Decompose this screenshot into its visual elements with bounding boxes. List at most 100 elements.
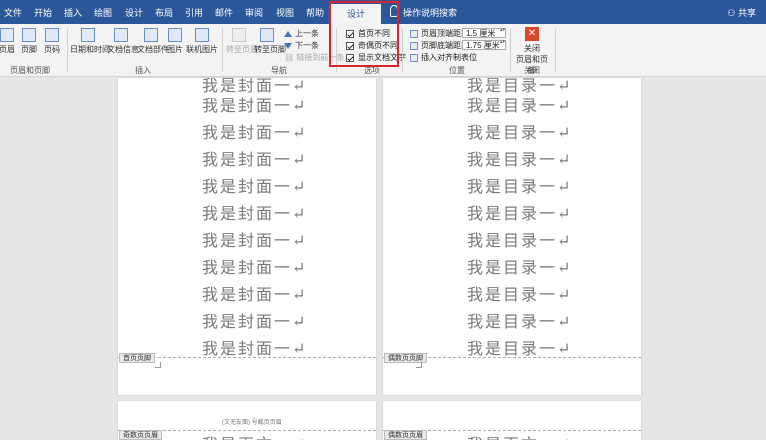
page-cover[interactable]: 我是封面一↵ 我是封面一↵ 我是封面一↵ 我是封面一↵ 我是封面一↵ 我是封面一…: [118, 78, 376, 395]
tab-design-doc[interactable]: 设计: [125, 6, 143, 19]
body-line: 我是目录一↵: [467, 123, 573, 142]
body-line: 我是封面一↵: [202, 258, 308, 277]
previous-button[interactable]: 上一条: [284, 28, 319, 39]
header-position-icon: [410, 29, 418, 38]
close-icon: ✕: [525, 27, 539, 41]
body-line: 我是目录一↵: [467, 312, 573, 331]
body-line: 我是再文一↵: [467, 431, 572, 440]
tab-review[interactable]: 审阅: [245, 6, 263, 19]
goto-header-icon: [232, 28, 246, 42]
body-line: 我是目录一↵: [467, 258, 573, 277]
page-body-even[interactable]: 偶数页页眉 我是再文一↵: [383, 401, 641, 440]
tab-references[interactable]: 引用: [185, 6, 203, 19]
tab-help[interactable]: 帮助: [306, 6, 324, 19]
picture-label: 图片: [167, 45, 183, 54]
tab-file[interactable]: 文件: [4, 6, 22, 19]
footer-position-icon: [410, 41, 418, 50]
group-divider: [510, 28, 511, 72]
page-body-odd[interactable]: (文无友面) 号截页页眉 奇数页页眉 我是再文一↵: [118, 401, 376, 440]
group-label-header-footer: 页眉和页脚: [10, 66, 50, 75]
online-picture-icon: [195, 28, 209, 42]
body-line: 我是封面一↵: [202, 123, 308, 142]
body-line: 我是封面一↵: [202, 339, 308, 358]
tab-draw[interactable]: 绘图: [94, 6, 112, 19]
group-divider: [402, 28, 403, 72]
footer-boundary: [118, 357, 376, 358]
group-label-close: 关闭: [524, 66, 540, 75]
body-line: 我是目录一↵: [467, 285, 573, 304]
highlight-annotation: [329, 1, 399, 67]
tab-insert[interactable]: 插入: [64, 6, 82, 19]
insert-alignment-tab-label: 插入对齐制表位: [421, 53, 477, 62]
body-line: 我是目录一↵: [467, 339, 573, 358]
header-top-distance-input[interactable]: 1.5 厘米: [462, 28, 506, 38]
body-line: 我是封面一↵: [202, 312, 308, 331]
body-line: 我是封面一↵: [202, 150, 308, 169]
tab-mailings[interactable]: 邮件: [215, 6, 233, 19]
header-button-label: 页眉: [0, 45, 15, 54]
header-button[interactable]: 页眉: [0, 28, 16, 55]
body-line: 我是目录一↵: [467, 204, 573, 223]
group-divider: [555, 28, 556, 72]
online-picture-button[interactable]: 联机图片: [186, 28, 218, 55]
tell-me-search[interactable]: 操作说明搜索: [403, 6, 457, 19]
body-line: 我是目录一↵: [467, 96, 573, 115]
picture-icon: [168, 28, 182, 42]
page-toc[interactable]: 我是目录一↵ 我是目录一↵ 我是目录一↵ 我是目录一↵ 我是目录一↵ 我是目录一…: [383, 78, 641, 395]
tab-home[interactable]: 开始: [34, 6, 52, 19]
quick-parts-button[interactable]: 文档部件: [137, 28, 169, 55]
doc-info-icon: [114, 28, 128, 42]
share-button[interactable]: ⚇ 共享: [727, 6, 756, 19]
date-time-button[interactable]: 日期和时间: [70, 28, 110, 55]
group-divider: [222, 28, 223, 72]
group-divider: [67, 28, 68, 72]
body-line: 我是封面一↵: [202, 96, 308, 115]
goto-footer-label: 转至页脚: [254, 45, 286, 54]
page-number-icon: [45, 28, 59, 42]
body-line: 我是目录一↵: [467, 150, 573, 169]
arrow-down-icon: [284, 42, 292, 49]
page-number-button[interactable]: 页码: [43, 28, 61, 55]
group-label-insert: 插入: [135, 66, 151, 75]
alignment-tab-icon: [410, 53, 418, 62]
footer-icon: [22, 28, 36, 42]
page-number-label: 页码: [44, 45, 60, 54]
share-label: 共享: [737, 8, 756, 18]
body-line: 我是封面一↵: [202, 285, 308, 304]
link-icon: ⛓: [284, 53, 295, 62]
person-icon: ⚇: [727, 8, 736, 18]
doc-info-button[interactable]: 文档信息: [107, 28, 139, 55]
arrow-up-icon: [284, 30, 292, 37]
tab-layout[interactable]: 布局: [155, 6, 173, 19]
group-label-position: 位置: [449, 66, 465, 75]
previous-label: 上一条: [295, 29, 319, 38]
header-tag: 偶数页页眉: [384, 430, 427, 440]
next-label: 下一条: [295, 41, 319, 50]
calendar-icon: [81, 28, 95, 42]
body-line: 我是再文一↵: [202, 431, 307, 440]
header-tag: 奇数页页眉: [119, 430, 162, 440]
tab-view[interactable]: 视图: [276, 6, 294, 19]
insert-alignment-tab-button[interactable]: 插入对齐制表位: [410, 52, 477, 63]
footer-bottom-distance-input[interactable]: 1.75 厘米: [462, 40, 506, 50]
body-line: 我是封面一↵: [202, 231, 308, 250]
goto-footer-button[interactable]: 转至页脚: [254, 28, 286, 55]
body-line: 我是目录一↵: [467, 231, 573, 250]
body-line: 我是封面一↵: [202, 204, 308, 223]
footer-tag: 首页页脚: [119, 353, 155, 363]
header-icon: [0, 28, 14, 42]
footer-button[interactable]: 页脚: [20, 28, 38, 55]
online-picture-label: 联机图片: [186, 45, 218, 54]
quick-parts-icon: [144, 28, 158, 42]
header-text: (文无友面) 号截页页眉: [222, 420, 282, 426]
quick-parts-label: 文档部件: [137, 45, 169, 54]
group-label-navigation: 导航: [271, 66, 287, 75]
next-button[interactable]: 下一条: [284, 40, 319, 51]
body-line: 我是封面一↵: [202, 177, 308, 196]
picture-button[interactable]: 图片: [167, 28, 183, 55]
margin-corner-mark: [155, 362, 161, 368]
goto-footer-icon: [260, 28, 274, 42]
date-time-label: 日期和时间: [70, 45, 110, 54]
body-line: 我是目录一↵: [467, 177, 573, 196]
goto-header-button[interactable]: 转至页眉: [226, 28, 258, 55]
